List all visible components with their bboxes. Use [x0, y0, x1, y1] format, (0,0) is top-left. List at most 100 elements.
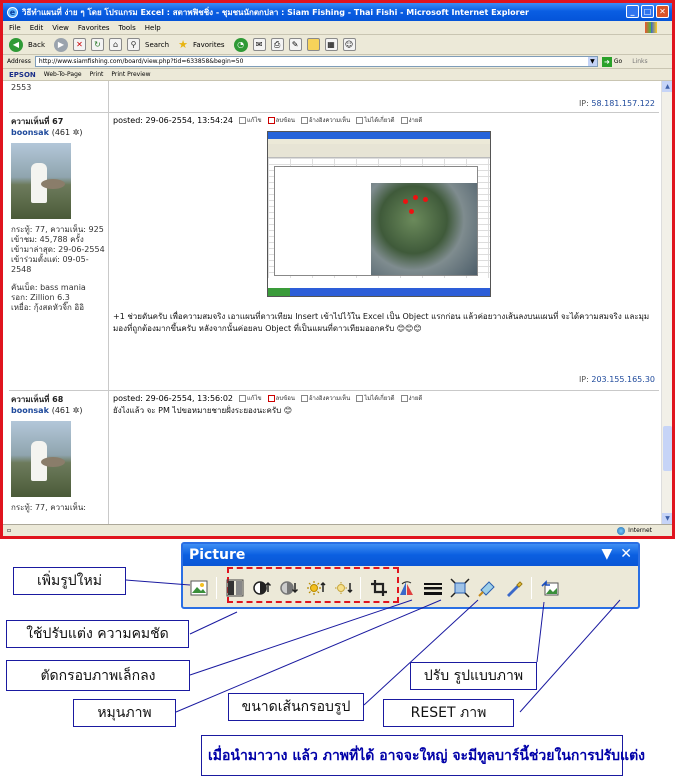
less-brightness-button[interactable]	[330, 576, 355, 601]
color-button[interactable]	[222, 576, 247, 601]
insert-picture-button[interactable]	[186, 576, 211, 601]
ip-label: IP:	[578, 375, 589, 384]
menu-favorites[interactable]: Favorites	[78, 24, 110, 32]
quote-action[interactable]: อ้างอิงความเห็น	[300, 393, 350, 403]
username[interactable]: boonsak	[11, 406, 49, 415]
research-icon[interactable]: ▦	[324, 38, 338, 51]
menu-file[interactable]: File	[9, 24, 21, 32]
connector-reset	[519, 599, 621, 713]
url-text: http://www.siamfishing.com/board/view.ph…	[38, 58, 244, 65]
back-arrow-icon[interactable]: ◀	[9, 37, 23, 52]
edit-action[interactable]: แก้ไข	[239, 393, 262, 403]
gear-line: รอก: Zillion 6.3	[11, 293, 70, 302]
user-stats: กระทู้: 77, ความเห็น:	[11, 503, 106, 513]
mail-icon[interactable]: ✉	[252, 38, 266, 51]
scroll-thumb[interactable]	[663, 426, 672, 471]
folder-icon[interactable]	[306, 38, 320, 51]
minimize-button[interactable]: _	[626, 5, 639, 18]
maximize-button[interactable]: □	[641, 5, 654, 18]
browser-titlebar[interactable]: e วิธีทำแผนที่ ง่าย ๆ โดย โปรแกรม Excel …	[3, 3, 672, 21]
like-icon	[400, 394, 408, 402]
edit-action[interactable]: แก้ไข	[239, 115, 262, 125]
like-action[interactable]: ง่ายดี	[400, 393, 422, 403]
avatar	[11, 143, 71, 219]
excel-titlebar	[268, 132, 490, 139]
action-label: ลบข้อน	[275, 395, 295, 402]
menu-help[interactable]: Help	[145, 24, 161, 32]
action-label: ไม่ได้เกี่ยวดี	[364, 117, 395, 124]
back-button-label[interactable]: Back	[28, 41, 45, 49]
delete-icon	[267, 116, 275, 124]
menu-edit[interactable]: Edit	[30, 24, 44, 32]
user-name-link[interactable]: boonsak (461 ✲)	[11, 406, 106, 415]
quote-action[interactable]: อ้างอิงความเห็น	[300, 115, 350, 125]
crop-icon	[370, 580, 387, 596]
post-68-body: posted: 29-06-2554, 13:56:02 แก้ไข ลบข้อ…	[109, 391, 659, 524]
go-button[interactable]: ➜ Go	[601, 56, 622, 67]
report-action[interactable]: ไม่ได้เกี่ยวดี	[356, 115, 395, 125]
format-picture-button[interactable]	[474, 576, 499, 601]
post-right-cell: IP: 58.181.157.122	[109, 81, 659, 112]
print-preview-button[interactable]: Print Preview	[111, 71, 150, 78]
window-title: วิธีทำแผนที่ ง่าย ๆ โดย โปรแกรม Excel : …	[22, 7, 529, 17]
map-pin	[409, 209, 414, 214]
epson-print-button[interactable]: Print	[90, 71, 104, 78]
picture-toolbar-title[interactable]: Picture ▼ ✕	[183, 544, 638, 566]
delete-action[interactable]: ลบข้อน	[267, 393, 295, 403]
home-icon[interactable]: ⌂	[109, 38, 122, 51]
forward-arrow-icon[interactable]: ▶	[54, 37, 68, 52]
url-dropdown-icon[interactable]: ▼	[587, 57, 597, 66]
user-name-link[interactable]: boonsak (461 ✲)	[11, 128, 106, 137]
favorites-button-label[interactable]: Favorites	[193, 41, 225, 49]
toolbar-options-icon[interactable]: ▼	[601, 546, 612, 562]
callout-format-picture: ปรับ รูปแบบภาพ	[410, 662, 537, 690]
stat-line: เข้าชม: 45,788 ครั้ง	[11, 235, 84, 244]
map-pin	[413, 195, 418, 200]
messenger-icon[interactable]: ☺	[342, 38, 356, 51]
epson-logo: EPSON	[9, 70, 36, 79]
history-icon[interactable]: ◔	[233, 37, 248, 52]
delete-action[interactable]: ลบข้อน	[267, 115, 295, 125]
reset-picture-button[interactable]	[537, 576, 562, 601]
close-button[interactable]: ✕	[656, 5, 669, 18]
compress-pictures-button[interactable]	[447, 576, 472, 601]
more-brightness-button[interactable]	[303, 576, 328, 601]
favorites-star-icon[interactable]: ★	[178, 38, 188, 51]
links-label[interactable]: Links	[632, 58, 647, 65]
picture-tool-buttons	[186, 574, 564, 602]
report-action[interactable]: ไม่ได้เกี่ยวดี	[356, 393, 395, 403]
toolbar-close-icon[interactable]: ✕	[620, 546, 632, 562]
gear-line: เหยื่อ: กุ้งสดหัวจิ๊ก อิอิ	[11, 303, 85, 312]
url-field[interactable]: http://www.siamfishing.com/board/view.ph…	[34, 56, 598, 67]
crop-button[interactable]	[366, 576, 391, 601]
edit-icon	[239, 116, 247, 124]
forum-post-previous: 2553 IP: 58.181.157.122	[9, 81, 659, 113]
callout-insert-picture: เพิ่มรูปใหม่	[13, 567, 126, 595]
windows-flag-icon	[645, 22, 657, 33]
less-contrast-button[interactable]	[276, 576, 301, 601]
username[interactable]: boonsak	[11, 128, 49, 137]
menu-view[interactable]: View	[52, 24, 69, 32]
stop-icon[interactable]: ✕	[73, 38, 86, 51]
menu-tools[interactable]: Tools	[119, 24, 136, 32]
print-icon[interactable]: ⎙	[270, 38, 284, 51]
vertical-scrollbar[interactable]: ▲ ▼	[661, 81, 672, 524]
scroll-up-icon[interactable]: ▲	[662, 81, 672, 92]
web-to-page-button[interactable]: Web-To-Page	[44, 71, 82, 78]
scroll-down-icon[interactable]: ▼	[662, 513, 672, 524]
more-contrast-button[interactable]	[249, 576, 274, 601]
set-transparent-color-button[interactable]	[501, 576, 526, 601]
status-bar: ▫ Internet	[3, 524, 672, 536]
callout-contrast: ใช้ปรับแต่ง ความคมชัด	[6, 620, 189, 648]
toolbar-separator	[531, 577, 532, 599]
edit-icon[interactable]: ✎	[288, 38, 302, 51]
more-brightness-icon	[306, 581, 326, 595]
quote-icon	[300, 394, 308, 402]
rotate-left-button[interactable]	[393, 576, 418, 601]
refresh-icon[interactable]: ↻	[91, 38, 104, 51]
picture-toolbar-title-text: Picture	[189, 547, 246, 563]
search-button-label[interactable]: Search	[145, 41, 169, 49]
like-action[interactable]: ง่ายดี	[400, 115, 422, 125]
line-style-button[interactable]	[420, 576, 445, 601]
search-icon[interactable]: ⚲	[127, 38, 140, 51]
